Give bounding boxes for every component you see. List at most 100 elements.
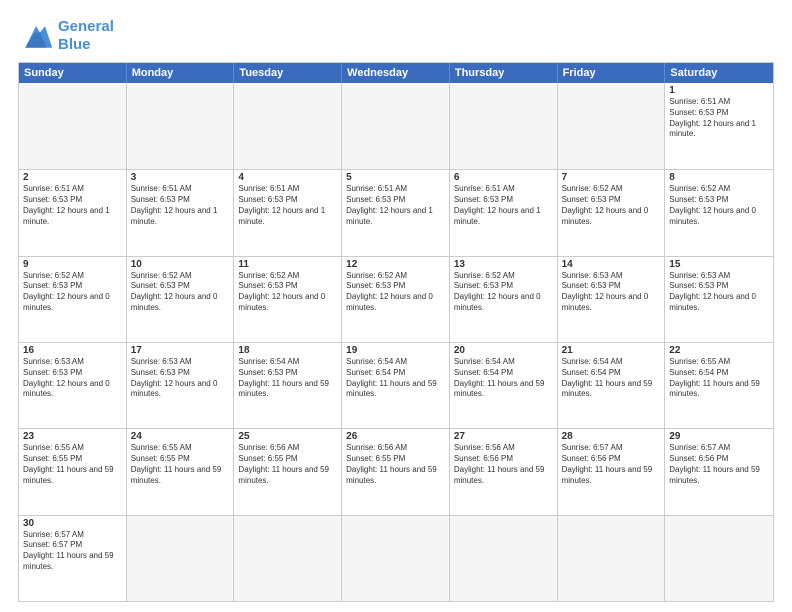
day-number: 10 bbox=[131, 259, 230, 270]
calendar-row-3: 16Sunrise: 6:53 AM Sunset: 6:53 PM Dayli… bbox=[19, 342, 773, 428]
day-info: Sunrise: 6:57 AM Sunset: 6:57 PM Dayligh… bbox=[23, 530, 122, 573]
calendar-cell: 2Sunrise: 6:51 AM Sunset: 6:53 PM Daylig… bbox=[19, 170, 127, 255]
calendar-cell: 19Sunrise: 6:54 AM Sunset: 6:54 PM Dayli… bbox=[342, 343, 450, 428]
day-info: Sunrise: 6:57 AM Sunset: 6:56 PM Dayligh… bbox=[669, 443, 769, 486]
calendar-cell bbox=[665, 516, 773, 601]
day-number: 17 bbox=[131, 345, 230, 356]
calendar-cell: 3Sunrise: 6:51 AM Sunset: 6:53 PM Daylig… bbox=[127, 170, 235, 255]
day-number: 1 bbox=[669, 85, 769, 96]
day-info: Sunrise: 6:56 AM Sunset: 6:56 PM Dayligh… bbox=[454, 443, 553, 486]
day-number: 24 bbox=[131, 431, 230, 442]
calendar-cell bbox=[19, 83, 127, 169]
header-day-friday: Friday bbox=[558, 63, 666, 83]
calendar-row-5: 30Sunrise: 6:57 AM Sunset: 6:57 PM Dayli… bbox=[19, 515, 773, 601]
day-number: 7 bbox=[562, 172, 661, 183]
day-number: 29 bbox=[669, 431, 769, 442]
calendar-cell: 24Sunrise: 6:55 AM Sunset: 6:55 PM Dayli… bbox=[127, 429, 235, 514]
day-info: Sunrise: 6:51 AM Sunset: 6:53 PM Dayligh… bbox=[454, 184, 553, 227]
day-number: 3 bbox=[131, 172, 230, 183]
day-info: Sunrise: 6:55 AM Sunset: 6:55 PM Dayligh… bbox=[131, 443, 230, 486]
calendar-cell: 30Sunrise: 6:57 AM Sunset: 6:57 PM Dayli… bbox=[19, 516, 127, 601]
day-info: Sunrise: 6:54 AM Sunset: 6:54 PM Dayligh… bbox=[454, 357, 553, 400]
day-number: 11 bbox=[238, 259, 337, 270]
day-info: Sunrise: 6:56 AM Sunset: 6:55 PM Dayligh… bbox=[238, 443, 337, 486]
day-number: 13 bbox=[454, 259, 553, 270]
day-number: 8 bbox=[669, 172, 769, 183]
calendar-cell: 6Sunrise: 6:51 AM Sunset: 6:53 PM Daylig… bbox=[450, 170, 558, 255]
header-day-monday: Monday bbox=[127, 63, 235, 83]
header-day-wednesday: Wednesday bbox=[342, 63, 450, 83]
calendar-cell: 4Sunrise: 6:51 AM Sunset: 6:53 PM Daylig… bbox=[234, 170, 342, 255]
day-info: Sunrise: 6:51 AM Sunset: 6:53 PM Dayligh… bbox=[131, 184, 230, 227]
calendar: SundayMondayTuesdayWednesdayThursdayFrid… bbox=[18, 62, 774, 602]
calendar-cell bbox=[450, 83, 558, 169]
header-day-saturday: Saturday bbox=[665, 63, 773, 83]
calendar-cell: 1Sunrise: 6:51 AM Sunset: 6:53 PM Daylig… bbox=[665, 83, 773, 169]
calendar-cell: 15Sunrise: 6:53 AM Sunset: 6:53 PM Dayli… bbox=[665, 257, 773, 342]
day-number: 2 bbox=[23, 172, 122, 183]
calendar-cell: 11Sunrise: 6:52 AM Sunset: 6:53 PM Dayli… bbox=[234, 257, 342, 342]
day-number: 20 bbox=[454, 345, 553, 356]
calendar-row-4: 23Sunrise: 6:55 AM Sunset: 6:55 PM Dayli… bbox=[19, 428, 773, 514]
calendar-cell: 7Sunrise: 6:52 AM Sunset: 6:53 PM Daylig… bbox=[558, 170, 666, 255]
day-number: 16 bbox=[23, 345, 122, 356]
calendar-header: SundayMondayTuesdayWednesdayThursdayFrid… bbox=[19, 63, 773, 83]
day-info: Sunrise: 6:52 AM Sunset: 6:53 PM Dayligh… bbox=[346, 271, 445, 314]
calendar-cell: 14Sunrise: 6:53 AM Sunset: 6:53 PM Dayli… bbox=[558, 257, 666, 342]
calendar-cell bbox=[234, 516, 342, 601]
calendar-cell: 8Sunrise: 6:52 AM Sunset: 6:53 PM Daylig… bbox=[665, 170, 773, 255]
day-info: Sunrise: 6:51 AM Sunset: 6:53 PM Dayligh… bbox=[669, 97, 769, 140]
day-info: Sunrise: 6:51 AM Sunset: 6:53 PM Dayligh… bbox=[238, 184, 337, 227]
day-number: 5 bbox=[346, 172, 445, 183]
day-info: Sunrise: 6:55 AM Sunset: 6:54 PM Dayligh… bbox=[669, 357, 769, 400]
calendar-cell: 9Sunrise: 6:52 AM Sunset: 6:53 PM Daylig… bbox=[19, 257, 127, 342]
day-info: Sunrise: 6:53 AM Sunset: 6:53 PM Dayligh… bbox=[669, 271, 769, 314]
day-number: 26 bbox=[346, 431, 445, 442]
day-number: 23 bbox=[23, 431, 122, 442]
day-info: Sunrise: 6:51 AM Sunset: 6:53 PM Dayligh… bbox=[346, 184, 445, 227]
day-info: Sunrise: 6:53 AM Sunset: 6:53 PM Dayligh… bbox=[562, 271, 661, 314]
day-info: Sunrise: 6:53 AM Sunset: 6:53 PM Dayligh… bbox=[131, 357, 230, 400]
day-info: Sunrise: 6:53 AM Sunset: 6:53 PM Dayligh… bbox=[23, 357, 122, 400]
calendar-cell: 13Sunrise: 6:52 AM Sunset: 6:53 PM Dayli… bbox=[450, 257, 558, 342]
calendar-cell bbox=[234, 83, 342, 169]
calendar-cell bbox=[450, 516, 558, 601]
calendar-cell: 20Sunrise: 6:54 AM Sunset: 6:54 PM Dayli… bbox=[450, 343, 558, 428]
calendar-cell: 16Sunrise: 6:53 AM Sunset: 6:53 PM Dayli… bbox=[19, 343, 127, 428]
day-info: Sunrise: 6:52 AM Sunset: 6:53 PM Dayligh… bbox=[669, 184, 769, 227]
day-info: Sunrise: 6:56 AM Sunset: 6:55 PM Dayligh… bbox=[346, 443, 445, 486]
day-number: 27 bbox=[454, 431, 553, 442]
day-info: Sunrise: 6:51 AM Sunset: 6:53 PM Dayligh… bbox=[23, 184, 122, 227]
day-number: 25 bbox=[238, 431, 337, 442]
day-info: Sunrise: 6:54 AM Sunset: 6:54 PM Dayligh… bbox=[346, 357, 445, 400]
header-day-thursday: Thursday bbox=[450, 63, 558, 83]
day-number: 21 bbox=[562, 345, 661, 356]
calendar-cell bbox=[127, 516, 235, 601]
day-info: Sunrise: 6:54 AM Sunset: 6:54 PM Dayligh… bbox=[562, 357, 661, 400]
calendar-row-0: 1Sunrise: 6:51 AM Sunset: 6:53 PM Daylig… bbox=[19, 83, 773, 169]
day-number: 9 bbox=[23, 259, 122, 270]
calendar-row-1: 2Sunrise: 6:51 AM Sunset: 6:53 PM Daylig… bbox=[19, 169, 773, 255]
day-info: Sunrise: 6:52 AM Sunset: 6:53 PM Dayligh… bbox=[238, 271, 337, 314]
day-number: 12 bbox=[346, 259, 445, 270]
day-info: Sunrise: 6:52 AM Sunset: 6:53 PM Dayligh… bbox=[454, 271, 553, 314]
day-info: Sunrise: 6:57 AM Sunset: 6:56 PM Dayligh… bbox=[562, 443, 661, 486]
calendar-cell: 28Sunrise: 6:57 AM Sunset: 6:56 PM Dayli… bbox=[558, 429, 666, 514]
day-number: 4 bbox=[238, 172, 337, 183]
day-number: 28 bbox=[562, 431, 661, 442]
calendar-cell bbox=[558, 83, 666, 169]
day-info: Sunrise: 6:52 AM Sunset: 6:53 PM Dayligh… bbox=[131, 271, 230, 314]
calendar-cell bbox=[342, 83, 450, 169]
day-info: Sunrise: 6:52 AM Sunset: 6:53 PM Dayligh… bbox=[562, 184, 661, 227]
logo-icon bbox=[18, 22, 54, 50]
calendar-cell bbox=[558, 516, 666, 601]
day-number: 14 bbox=[562, 259, 661, 270]
calendar-row-2: 9 Sunrise: 6:52 AM Sunset: 6:53 PM Daylig… bbox=[19, 256, 773, 342]
header: GeneralBlue bbox=[18, 18, 774, 54]
day-info: Sunrise: 6:55 AM Sunset: 6:55 PM Dayligh… bbox=[23, 443, 122, 486]
calendar-body: 1Sunrise: 6:51 AM Sunset: 6:53 PM Daylig… bbox=[19, 83, 773, 601]
logo: GeneralBlue bbox=[18, 18, 114, 54]
calendar-cell: 10Sunrise: 6:52 AM Sunset: 6:53 PM Dayli… bbox=[127, 257, 235, 342]
header-day-sunday: Sunday bbox=[19, 63, 127, 83]
page: GeneralBlue SundayMondayTuesdayWednesday… bbox=[0, 0, 792, 612]
